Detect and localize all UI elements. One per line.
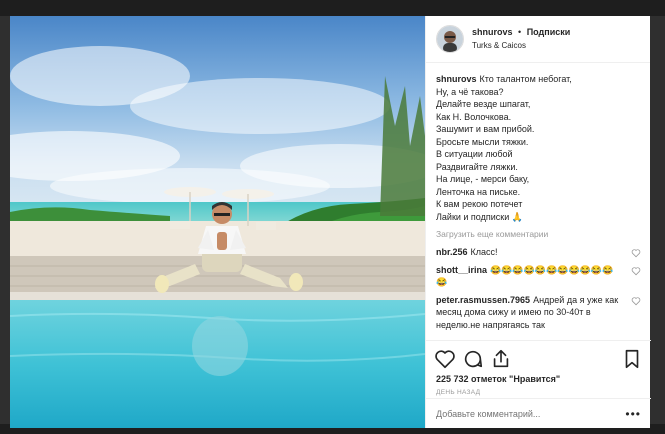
add-comment-bar: •••	[426, 398, 651, 428]
share-icon[interactable]	[490, 348, 512, 370]
post-timestamp[interactable]: ДЕНЬ НАЗАД	[434, 389, 643, 396]
comment-item: nbr.256 Класс!	[436, 246, 641, 259]
post-photo[interactable]	[10, 16, 425, 428]
post-username[interactable]: shnurovs	[472, 27, 513, 37]
avatar[interactable]	[436, 25, 464, 53]
heart-outline-icon[interactable]	[631, 296, 641, 306]
caption-line: К вам рекою потечет	[436, 199, 523, 209]
post-actions: 225 732 отметок "Нравится" ДЕНЬ НАЗАД	[426, 340, 651, 396]
comment-text: Класс!	[470, 247, 498, 257]
comments-list[interactable]: shnurovs Кто талантом небогат, Ну, а чё т…	[426, 73, 651, 338]
caption-line: Кто талантом небогат,	[479, 74, 572, 84]
caption-line: На лице, - мерси баку,	[436, 174, 530, 184]
comment-icon[interactable]	[462, 348, 484, 370]
caption-line: Зашумит и вам прибой.	[436, 124, 535, 134]
caption-line: Ну, а чё такова?	[436, 86, 504, 97]
comment-item: peter.rasmussen.7965 Андрей да я уже как …	[436, 294, 641, 332]
caption-line: Раздвигайте ляжки.	[436, 161, 518, 172]
photo-image	[10, 16, 425, 428]
heart-outline-icon[interactable]	[631, 248, 641, 258]
background-feed-strip	[0, 0, 665, 16]
post-sidebar: shnurovs • Подписки Turks & Caicos shnur…	[425, 16, 651, 428]
separator-dot: •	[518, 27, 522, 37]
add-comment-input[interactable]	[436, 408, 626, 419]
caption-line: Бросьте мысли тяжки.	[436, 136, 529, 147]
comment-username[interactable]: peter.rasmussen.7965	[436, 295, 530, 305]
heart-icon[interactable]	[434, 348, 456, 370]
comment-username[interactable]: nbr.256	[436, 247, 468, 257]
post-header: shnurovs • Подписки Turks & Caicos	[426, 16, 650, 63]
follow-button[interactable]: Подписки	[527, 27, 571, 37]
likes-count[interactable]: 225 732 отметок "Нравится"	[434, 374, 643, 384]
caption-line: Как Н. Волочкова.	[436, 111, 512, 122]
caption-line: Делайте везде шпагат,	[436, 99, 531, 109]
load-more-comments-button[interactable]: Загрузить еще комментарии	[436, 229, 641, 239]
comment-username[interactable]: shott__irina	[436, 265, 487, 275]
caption-line: Лайки и подписки 🙏	[436, 211, 523, 222]
caption-line: В ситуации любой	[436, 149, 513, 159]
comment-item: shott__irina 😂😂😂😂😂😂😂😂😂😂😂😂	[436, 264, 641, 289]
caption-line: Ленточка на письке.	[436, 186, 521, 197]
caption-username[interactable]: shnurovs	[436, 74, 477, 84]
post-modal: shnurovs • Подписки Turks & Caicos shnur…	[10, 16, 651, 428]
location-link[interactable]: Turks & Caicos	[472, 39, 570, 52]
post-caption: shnurovs Кто талантом небогат, Ну, а чё т…	[436, 73, 641, 223]
bookmark-icon[interactable]	[621, 348, 643, 370]
more-options-button[interactable]: •••	[625, 407, 641, 421]
heart-outline-icon[interactable]	[631, 266, 641, 276]
